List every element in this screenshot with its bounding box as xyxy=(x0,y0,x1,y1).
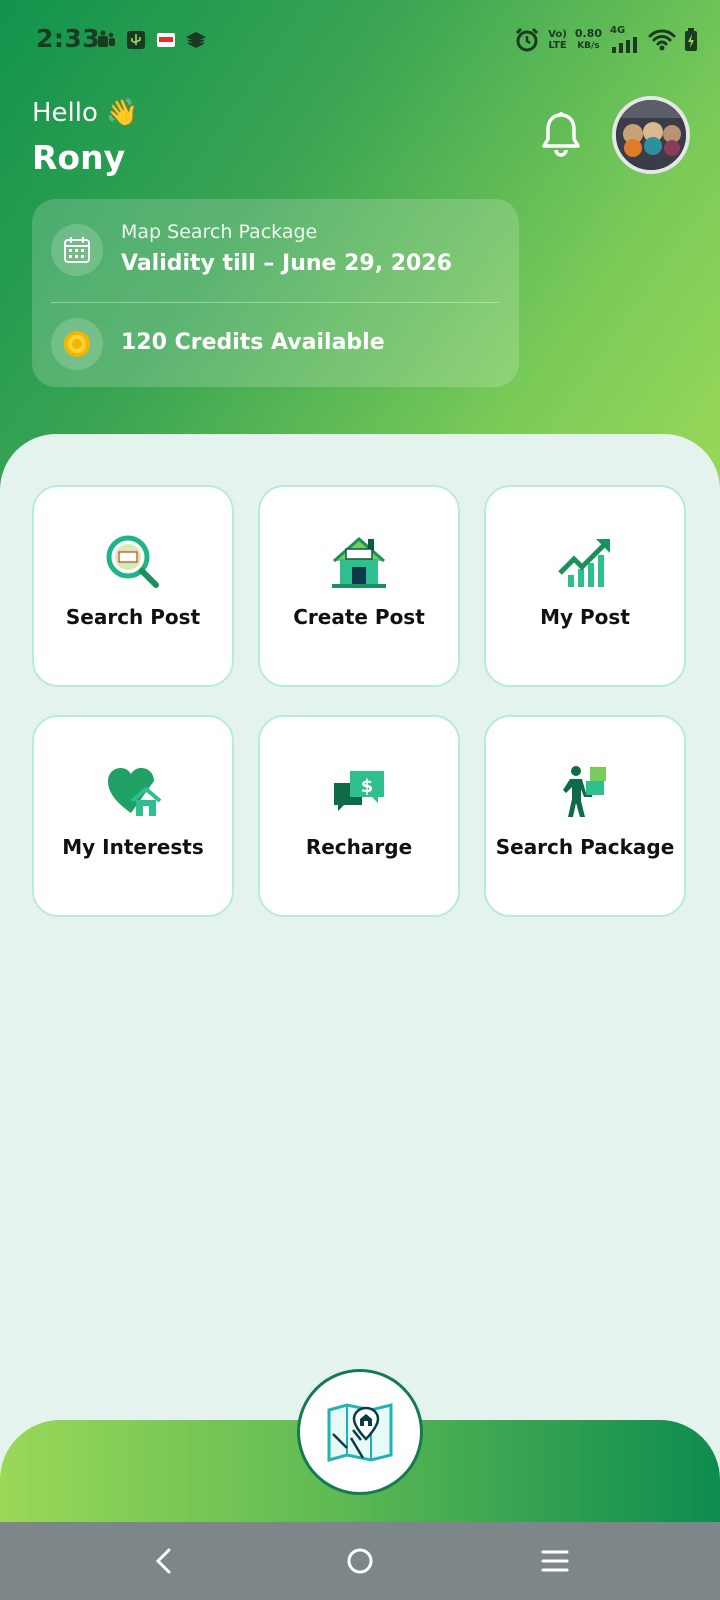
map-search-button[interactable] xyxy=(297,1369,423,1495)
calendar-icon xyxy=(64,237,90,263)
speed-unit: KB/s xyxy=(577,41,600,51)
alarm-icon xyxy=(516,27,539,52)
credits-available: 120 Credits Available xyxy=(121,330,385,355)
svg-text:$: $ xyxy=(361,776,374,797)
volte-top: Vo) xyxy=(548,29,567,40)
network-speed: 0.80 KB/s xyxy=(575,28,602,52)
search-package-icon xyxy=(563,766,606,817)
tile-recharge[interactable]: $ Recharge xyxy=(258,715,460,917)
back-icon[interactable] xyxy=(147,1544,181,1578)
avatar-image xyxy=(616,100,686,170)
tile-label: My Interests xyxy=(62,835,204,859)
coin-icon-wrap xyxy=(51,318,103,370)
header-banner: 2:33 Vo) LTE 0.80 KB/s 4G Hello 👋 Rony M… xyxy=(0,0,720,500)
signal-icon xyxy=(612,37,637,53)
battery-charging-icon xyxy=(685,28,697,51)
tile-label: Search Package xyxy=(495,835,675,859)
status-bar: 2:33 Vo) LTE 0.80 KB/s 4G xyxy=(0,0,720,82)
search-post-icon xyxy=(106,535,159,588)
tile-label: My Post xyxy=(540,605,630,629)
user-name: Rony xyxy=(32,138,126,177)
package-card[interactable]: Map Search Package Validity till – June … xyxy=(32,199,519,387)
sms-icon xyxy=(157,33,175,47)
volte-bottom: LTE xyxy=(548,40,567,51)
signal-group: 4G xyxy=(610,25,640,53)
tile-label: Create Post xyxy=(293,605,425,629)
speed-value: 0.80 xyxy=(574,27,602,40)
layers-icon xyxy=(186,31,206,49)
recharge-icon: $ xyxy=(334,771,384,811)
package-name: Map Search Package xyxy=(121,221,318,243)
system-status-icons: Vo) LTE 0.80 KB/s 4G xyxy=(514,25,698,53)
tile-search-post[interactable]: Search Post xyxy=(32,485,234,687)
my-interests-icon xyxy=(108,768,162,816)
notification-icons xyxy=(96,30,206,50)
usb-icon xyxy=(127,31,145,49)
tile-label: Recharge xyxy=(305,835,413,859)
wifi-icon xyxy=(648,29,676,51)
coin-icon xyxy=(64,331,90,357)
system-nav-bar xyxy=(0,1522,720,1600)
create-post-icon xyxy=(332,537,386,588)
my-post-icon xyxy=(558,539,610,587)
volte-indicator: Vo) LTE xyxy=(548,29,567,51)
map-house-icon xyxy=(327,1403,393,1462)
network-type: 4G xyxy=(610,25,626,36)
menu-icon[interactable] xyxy=(538,1544,572,1578)
tile-label: Search Post xyxy=(65,605,201,629)
package-validity: Validity till – June 29, 2026 xyxy=(121,251,452,276)
card-divider xyxy=(51,302,500,303)
greeting-text: Hello 👋 xyxy=(32,98,139,128)
teams-icon xyxy=(98,30,115,47)
avatar[interactable] xyxy=(612,96,690,174)
tile-create-post[interactable]: Create Post xyxy=(258,485,460,687)
home-icon[interactable] xyxy=(343,1544,377,1578)
calendar-icon-wrap xyxy=(51,224,103,276)
bell-icon[interactable] xyxy=(538,110,584,160)
tile-my-post[interactable]: My Post xyxy=(484,485,686,687)
status-time: 2:33 xyxy=(36,24,101,53)
tile-my-interests[interactable]: My Interests xyxy=(32,715,234,917)
tile-search-package[interactable]: Search Package xyxy=(484,715,686,917)
